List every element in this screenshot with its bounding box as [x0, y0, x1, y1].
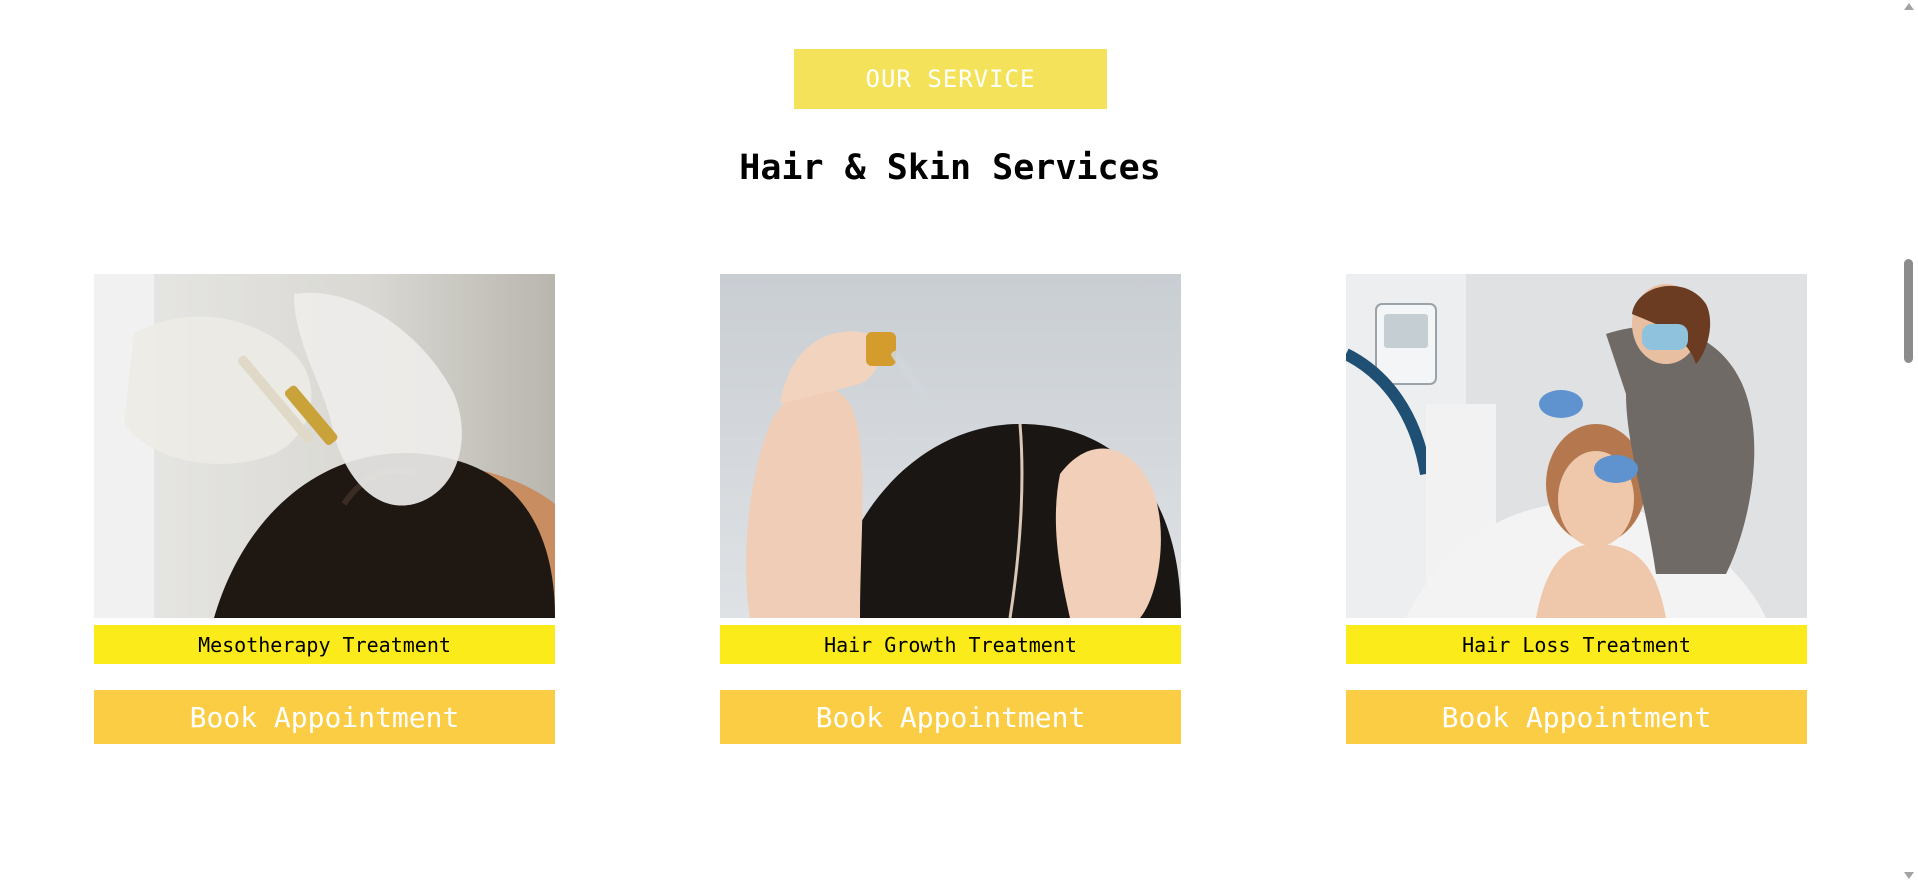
book-appointment-button[interactable]: Book Appointment: [94, 690, 555, 744]
page-scrollbar[interactable]: [1900, 0, 1918, 882]
service-label: Hair Growth Treatment: [720, 625, 1181, 664]
book-appointment-button[interactable]: Book Appointment: [1346, 690, 1807, 744]
service-label: Hair Loss Treatment: [1346, 625, 1807, 664]
section-badge: OUR SERVICE: [794, 49, 1107, 109]
mesotherapy-photo: [94, 274, 555, 618]
service-card-hair-loss: Hair Loss Treatment Book Appointment: [1346, 274, 1807, 744]
service-card-hair-growth: Hair Growth Treatment Book Appointment: [720, 274, 1181, 744]
hair-loss-photo: [1346, 274, 1807, 618]
hair-growth-photo: [720, 274, 1181, 618]
service-card-mesotherapy: Mesotherapy Treatment Book Appointment: [94, 274, 555, 744]
services-page: OUR SERVICE Hair & Skin Services Mesothe…: [0, 0, 1918, 882]
scroll-thumb[interactable]: [1904, 259, 1913, 363]
section-title: Hair & Skin Services: [739, 148, 1161, 188]
scroll-down-icon[interactable]: [1904, 872, 1914, 879]
book-appointment-button[interactable]: Book Appointment: [720, 690, 1181, 744]
scroll-up-icon[interactable]: [1904, 3, 1914, 10]
service-label: Mesotherapy Treatment: [94, 625, 555, 664]
